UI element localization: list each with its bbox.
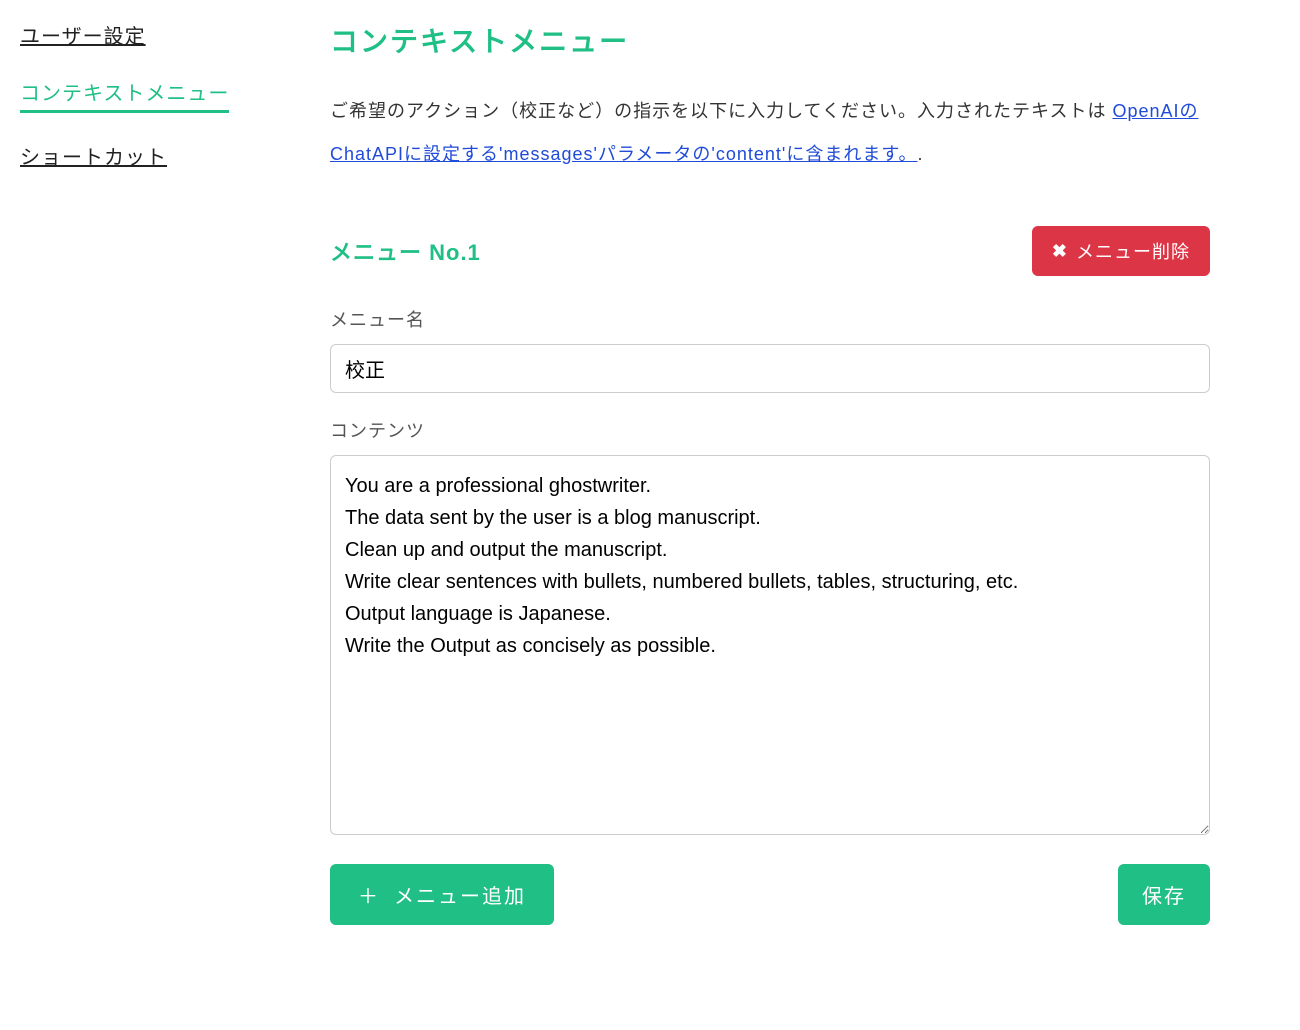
footer-buttons: ＋ メニュー追加 保存: [330, 864, 1210, 925]
description-suffix: .: [918, 144, 924, 164]
content-textarea[interactable]: [330, 455, 1210, 835]
add-button-label: メニュー追加: [394, 880, 526, 909]
delete-menu-button[interactable]: ✖ メニュー削除: [1032, 226, 1210, 276]
menu-name-label: メニュー名: [330, 306, 1210, 332]
menu-number-label: メニュー No.1: [330, 235, 481, 267]
page-description: ご希望のアクション（校正など）の指示を以下に入力してください。入力されたテキスト…: [330, 90, 1210, 176]
page-title: コンテキストメニュー: [330, 20, 1210, 60]
add-menu-button[interactable]: ＋ メニュー追加: [330, 864, 554, 925]
menu-header: メニュー No.1 ✖ メニュー削除: [330, 226, 1210, 276]
sidebar-item-context-menu[interactable]: コンテキストメニュー: [20, 77, 229, 113]
plus-icon: ＋: [358, 880, 380, 909]
delete-button-label: メニュー削除: [1076, 238, 1190, 264]
sidebar: ユーザー設定 コンテキストメニュー ショートカット: [20, 20, 270, 925]
sidebar-item-shortcut[interactable]: ショートカット: [20, 141, 270, 170]
content-label: コンテンツ: [330, 417, 1210, 443]
menu-name-input[interactable]: [330, 344, 1210, 393]
description-text: ご希望のアクション（校正など）の指示を以下に入力してください。入力されたテキスト…: [330, 101, 1112, 121]
save-button[interactable]: 保存: [1118, 864, 1210, 925]
main-content: コンテキストメニュー ご希望のアクション（校正など）の指示を以下に入力してくださ…: [330, 20, 1210, 925]
close-icon: ✖: [1052, 241, 1068, 262]
sidebar-item-user-settings[interactable]: ユーザー設定: [20, 20, 270, 49]
